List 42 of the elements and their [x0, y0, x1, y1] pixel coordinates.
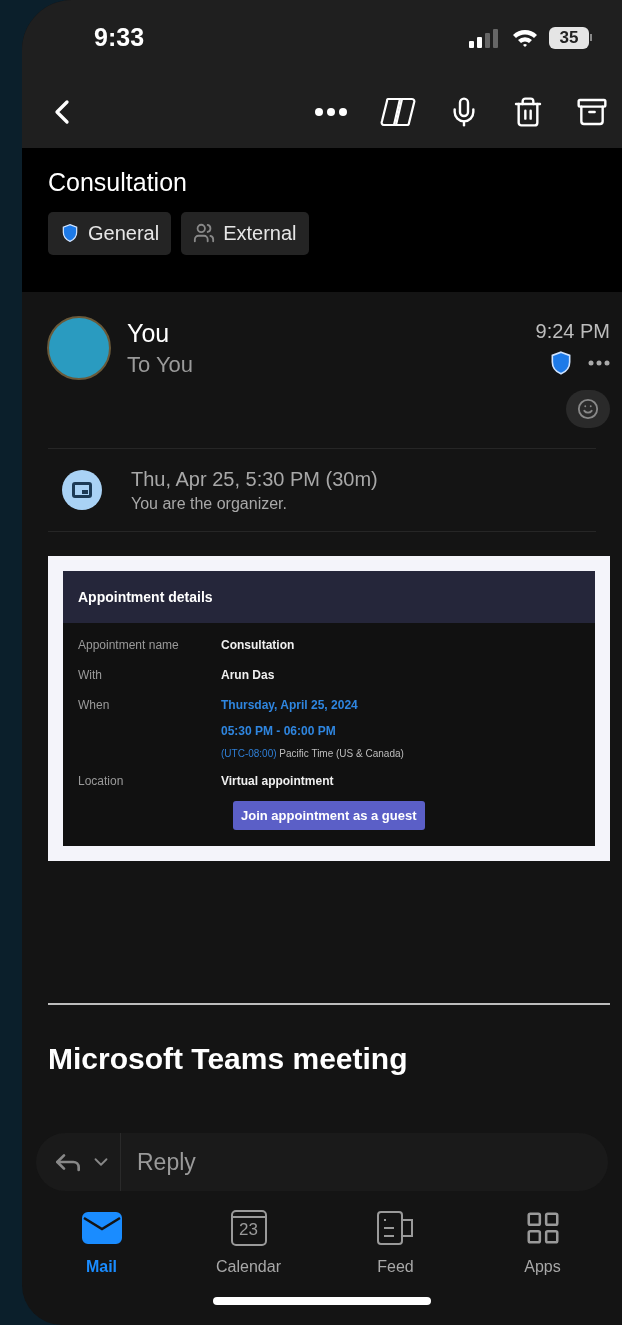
subject-title: Consultation — [48, 167, 188, 198]
message-time: 9:24 PM — [535, 319, 610, 344]
calendar-icon: 23 — [230, 1210, 267, 1246]
card-title: Appointment details — [78, 587, 213, 607]
envelope-icon — [81, 1212, 122, 1244]
detail-label: When — [78, 697, 111, 714]
detail-value: Arun Das — [221, 667, 275, 684]
more-icon[interactable] — [314, 106, 348, 117]
status-time: 9:33 — [94, 21, 145, 53]
detail-label: Appointment name — [78, 637, 180, 654]
detail-date-time: 05:30 PM - 06:00 PM — [221, 723, 337, 740]
wifi-icon — [511, 27, 539, 48]
battery-icon: 35 — [549, 26, 592, 49]
detail-value: Consultation — [221, 637, 295, 654]
tab-item[interactable]: Mail — [46, 1209, 157, 1297]
detail-value: Virtual appointment — [221, 773, 334, 790]
smiley-icon — [577, 398, 599, 420]
tab-item[interactable]: Feed — [340, 1209, 451, 1297]
trash-icon[interactable] — [512, 95, 544, 128]
tab-item[interactable]: 23 Calendar — [193, 1209, 304, 1297]
tab-item[interactable]: Apps — [487, 1209, 598, 1297]
teams-heading: Microsoft Teams meeting — [47, 1041, 409, 1077]
join-button[interactable]: Join appointment as a guest — [233, 801, 425, 830]
reply-placeholder: Reply — [137, 1147, 196, 1177]
event-note: You are the organizer. — [131, 494, 288, 514]
shield-icon — [60, 223, 80, 243]
time-zone: (UTC-08:00) Pacific Time (US & Canada) — [221, 747, 404, 761]
detail-label: With — [78, 667, 103, 684]
event-time: Thu, Apr 25, 5:30 PM (30m) — [131, 467, 378, 492]
label-tag[interactable]: External — [181, 211, 309, 255]
signal-icon — [469, 27, 501, 48]
event-icon — [62, 470, 102, 510]
more-icon[interactable] — [588, 360, 610, 366]
recipient: To You — [127, 351, 195, 379]
label-tag[interactable]: General — [48, 211, 172, 255]
sender-name: You — [127, 318, 171, 349]
feed-icon — [375, 1210, 416, 1246]
people-icon — [193, 222, 216, 244]
detail-label: Location — [78, 773, 125, 790]
reaction-button[interactable] — [566, 390, 610, 428]
reply-bar[interactable]: Reply — [36, 1133, 608, 1191]
detail-date-time: Thursday, April 25, 2024 — [221, 697, 359, 714]
